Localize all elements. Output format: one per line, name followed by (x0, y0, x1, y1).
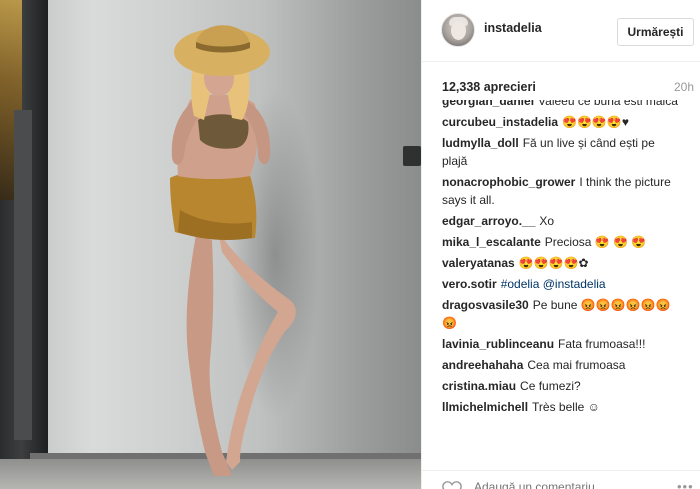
comment-text: Très belle ☺ (532, 400, 600, 414)
comment-item: cristina.miau Ce fumezi? (442, 377, 682, 395)
post-photo[interactable] (0, 0, 421, 489)
comment-text: Cea mai frumoasa (527, 358, 626, 372)
comment-item: llmichelmichell Très belle ☺ (442, 398, 682, 416)
avatar[interactable] (441, 13, 475, 47)
woman-figure (170, 25, 296, 476)
post-stats: 12,338 aprecieri 20h (442, 80, 694, 96)
comment-text: 😍😍😍😍✿ (518, 256, 589, 270)
author-username[interactable]: instadelia (484, 21, 542, 35)
comment-item: vero.sotir #odelia @instadelia (442, 275, 682, 293)
post-header: instadelia Urmărești (422, 0, 700, 62)
comment-item: nonacrophobic_grower I think the picture … (442, 173, 682, 209)
right-leg (218, 230, 296, 470)
more-options-icon[interactable]: ••• (677, 479, 694, 489)
comment-text: Ce fumezi? (520, 379, 581, 393)
comment-item: lavinia_rublinceanu Fata frumoasa!!! (442, 335, 682, 353)
add-comment-bar: ••• (422, 470, 700, 489)
comment-item: valeryatanas 😍😍😍😍✿ (442, 254, 682, 272)
comment-username[interactable]: valeryatanas (442, 256, 515, 270)
comment-item: andreehahaha Cea mai frumoasa (442, 356, 682, 374)
comment-item: ludmylla_doll Fă un live și când ești pe … (442, 134, 682, 170)
comment-username[interactable]: vero.sotir (442, 277, 497, 291)
comment-username[interactable]: lavinia_rublinceanu (442, 337, 554, 351)
comment-username[interactable]: andreehahaha (442, 358, 523, 372)
comment-username[interactable]: llmichelmichell (442, 400, 528, 414)
comment-username[interactable]: curcubeu_instadelia (442, 115, 558, 129)
comment-username[interactable]: nonacrophobic_grower (442, 175, 575, 189)
post-sidebar: instadelia Urmărești 12,338 aprecieri 20… (421, 0, 700, 489)
comment-text: 😍😍😍😍♥ (562, 115, 629, 129)
comment-item: mika_l_escalante Preciosa 😍 😍 😍 (442, 233, 682, 251)
add-comment-input[interactable] (474, 477, 674, 489)
comment-text: Preciosa 😍 😍 😍 (544, 235, 647, 249)
heart-icon[interactable] (441, 480, 463, 489)
comment-username[interactable]: ludmylla_doll (442, 136, 519, 150)
left-leg (186, 235, 232, 476)
following-button[interactable]: Urmărești (617, 18, 694, 46)
comment-mention-text[interactable]: #odelia @instadelia (501, 277, 606, 291)
comment-username[interactable]: edgar_arroyo.__ (442, 214, 535, 228)
post-time[interactable]: 20h (674, 80, 694, 94)
comment-username[interactable]: cristina.miau (442, 379, 516, 393)
comment-username[interactable]: dragosvasile30 (442, 298, 529, 312)
comments-list[interactable]: georgian_daniel Valeeu ce buna esti maica… (442, 100, 682, 464)
comment-username[interactable]: georgian_daniel (442, 100, 534, 108)
comment-item: georgian_daniel Valeeu ce buna esti maica (442, 100, 682, 110)
comment-username[interactable]: mika_l_escalante (442, 235, 541, 249)
comment-text: Xo (539, 214, 555, 228)
comment-item: edgar_arroyo.__ Xo (442, 212, 682, 230)
comment-text: Fata frumoasa!!! (558, 337, 646, 351)
comment-item: dragosvasile30 Pe bune 😡😡😡😡😡😡😡 (442, 296, 682, 332)
avatar-face (451, 21, 466, 40)
comment-item: curcubeu_instadelia 😍😍😍😍♥ (442, 113, 682, 131)
comment-text: Valeeu ce buna esti maica (538, 100, 678, 108)
likes-count[interactable]: 12,338 aprecieri (442, 80, 536, 94)
